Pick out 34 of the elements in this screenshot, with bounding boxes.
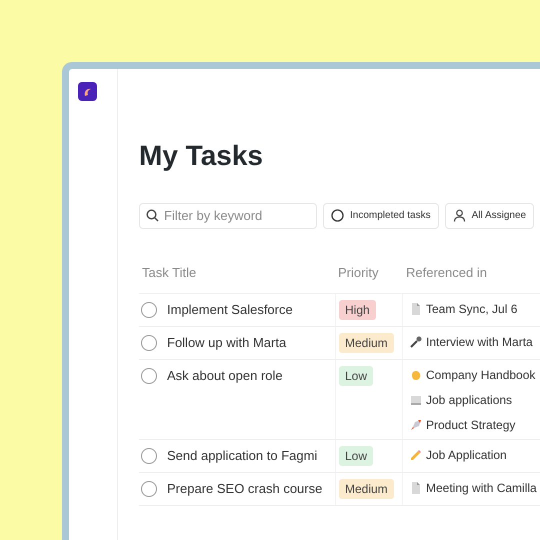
priority-tag: Low: [339, 366, 374, 386]
reference-link[interactable]: Team Sync, Jul 6: [426, 302, 518, 316]
assignee-filter-button[interactable]: All Assignee: [444, 202, 534, 229]
priority-tag: Medium: [339, 478, 394, 499]
task-checkbox[interactable]: [141, 480, 157, 497]
reference-link[interactable]: Product Strategy: [426, 418, 516, 432]
reference-link[interactable]: Job Application: [426, 448, 507, 462]
status-filter-button[interactable]: Incompleted tasks: [323, 202, 439, 229]
microphone-icon: [410, 336, 422, 348]
task-title: Send application to Fagmi: [167, 448, 318, 464]
reference-link[interactable]: Company Handbook: [426, 368, 536, 382]
pencil-icon: [410, 449, 422, 462]
document-icon: [410, 303, 422, 316]
reference-link[interactable]: Interview with Marta: [426, 335, 533, 350]
priority-tag: High: [339, 300, 376, 320]
task-checkbox[interactable]: [141, 334, 157, 351]
search-field[interactable]: Filter by keyword: [139, 202, 317, 229]
task-checkbox[interactable]: [141, 448, 157, 464]
reference-link[interactable]: Job applications: [426, 393, 512, 408]
task-title: Follow up with Marta: [167, 334, 286, 351]
priority-tag: Low: [339, 446, 374, 466]
circle-icon: [331, 209, 344, 222]
person-icon: [452, 209, 466, 222]
app-logo[interactable]: [78, 82, 97, 101]
reference-link[interactable]: Meeting with Camilla: [426, 481, 537, 496]
priority-tag: Medium: [339, 332, 394, 353]
task-checkbox[interactable]: [141, 302, 157, 318]
page-title: My Tasks: [139, 139, 264, 173]
task-title: Implement Salesforce: [167, 302, 293, 318]
rocket-icon: [410, 419, 422, 432]
task-title: Prepare SEO crash course: [167, 480, 322, 497]
document-icon: [410, 482, 422, 494]
task-checkbox[interactable]: [141, 368, 157, 384]
task-title: Ask about open role: [167, 368, 283, 384]
